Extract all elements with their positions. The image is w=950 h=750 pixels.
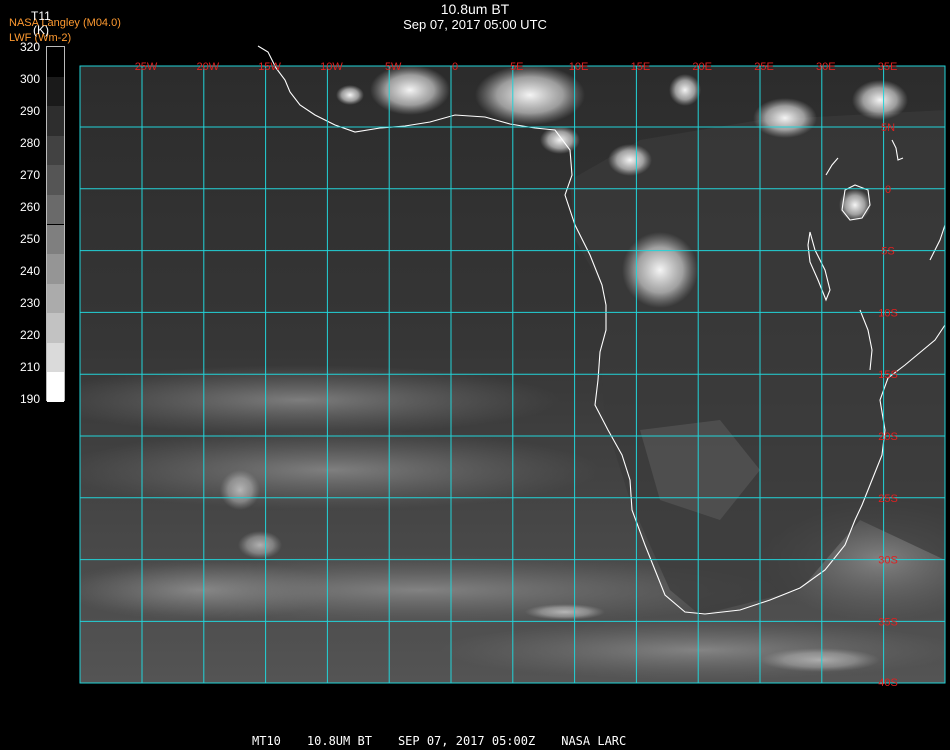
longitude-label: 20W	[196, 61, 219, 73]
colorbar-segment	[47, 165, 64, 195]
satellite-map: 25W 20W 15W 10W 5W 0 5E 10E 15E 20E 25E 30E 35E 5N 0 5S…	[79, 45, 946, 689]
map-title: 10.8um BT	[440, 1, 510, 17]
colorbar-segment	[47, 106, 64, 136]
footer-channel: 10.8UM BT	[306, 734, 372, 748]
longitude-label: 35E	[878, 61, 898, 73]
footer-satellite: MT10	[252, 734, 281, 748]
longitude-label: 20E	[692, 61, 712, 73]
latitude-label: 5S	[881, 246, 894, 258]
colorbar-segment	[47, 372, 64, 402]
colorbar-tick-label: 290	[19, 104, 40, 118]
longitude-label: 0	[452, 61, 458, 73]
latitude-label: 15S	[878, 369, 898, 381]
map-subtitle: Sep 07, 2017 05:00 UTC	[403, 17, 547, 32]
colorbar-segment	[47, 342, 64, 373]
latitude-label: 5N	[881, 122, 895, 134]
longitude-label: 10E	[569, 61, 589, 73]
longitude-label: 25E	[754, 61, 774, 73]
latitude-label: 30S	[878, 555, 898, 567]
latitude-label: 20S	[878, 431, 898, 443]
colorbar-variable: T11	[31, 9, 51, 23]
colorbar-tick-label: 260	[19, 200, 40, 214]
colorbar	[46, 46, 65, 402]
longitude-label: 30E	[816, 61, 836, 73]
longitude-label: 10W	[320, 61, 343, 73]
colorbar-tick-label: 270	[19, 168, 40, 182]
latitude-label: 40S	[878, 677, 898, 689]
colorbar-segment	[47, 283, 64, 314]
colorbar-segment	[47, 135, 64, 166]
longitude-label: 5W	[385, 61, 402, 73]
source-label: NASA Langley (M04.0)	[9, 17, 121, 29]
colorbar-segment	[47, 313, 64, 343]
colorbar-segment	[47, 254, 64, 284]
colorbar-segment	[47, 194, 64, 225]
colorbar-tick-label: 300	[19, 72, 40, 86]
colorbar-segment	[47, 76, 64, 107]
colorbar-segment	[47, 224, 64, 255]
colorbar-tick-label: 320	[19, 40, 40, 54]
latitude-label: 0	[885, 184, 891, 196]
colorbar-tick-label: 280	[19, 136, 40, 150]
colorbar-tick-label: 210	[19, 360, 40, 374]
longitude-label: 15W	[258, 61, 281, 73]
colorbar-unit: (K)	[33, 23, 49, 37]
colorbar-tick-label: 240	[19, 264, 40, 278]
longitude-label: 5E	[510, 61, 523, 73]
colorbar-tick-label: 250	[19, 232, 40, 246]
longitude-label: 15E	[631, 61, 651, 73]
footer-datetime: SEP 07, 2017 05:00Z	[397, 734, 536, 748]
colorbar-segment	[47, 47, 64, 77]
colorbar-tick-label: 220	[19, 328, 40, 342]
latitude-label: 35S	[878, 616, 898, 628]
footer-org: NASA LARC	[561, 734, 627, 748]
latitude-label: 10S	[878, 307, 898, 319]
footer: MT10 10.8UM BT SEP 07, 2017 05:00Z NASA LAR…	[252, 734, 652, 748]
longitude-label: 25W	[135, 61, 158, 73]
colorbar-tick-label: 190	[19, 392, 40, 406]
colorbar-tick-label: 230	[19, 296, 40, 310]
latitude-label: 25S	[878, 493, 898, 505]
